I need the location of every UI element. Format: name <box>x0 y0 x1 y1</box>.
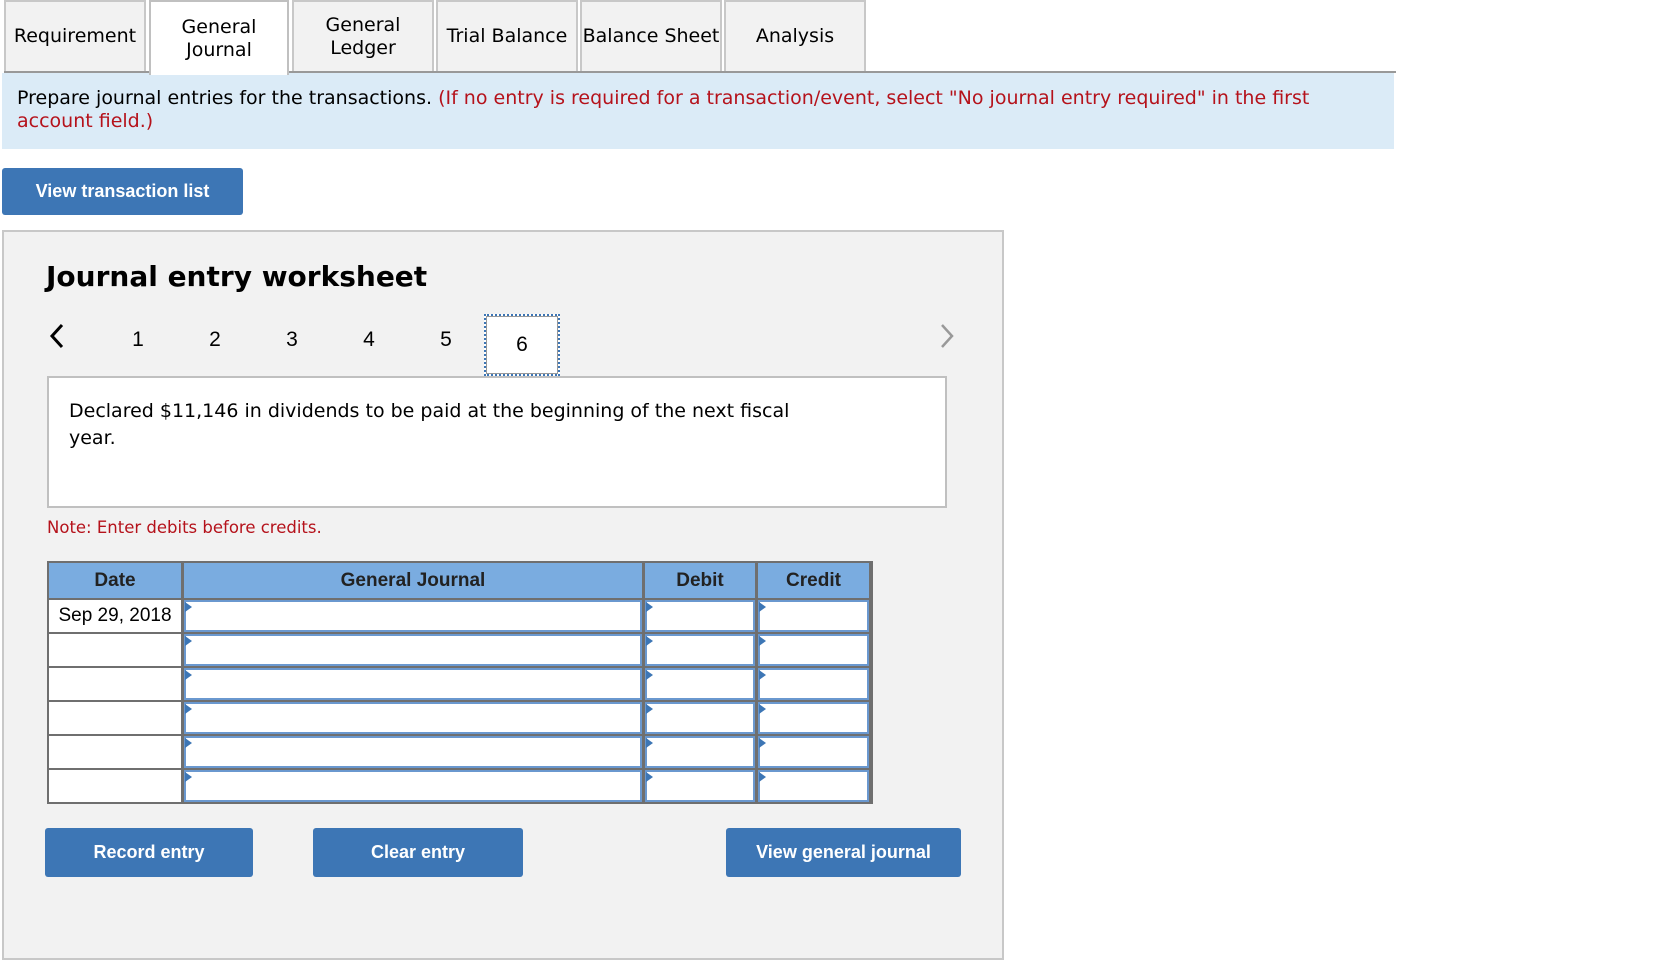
clear-entry-button[interactable]: Clear entry <box>313 828 523 877</box>
credit-input[interactable] <box>758 736 869 768</box>
date-cell <box>49 668 181 700</box>
tab-requirement[interactable]: Requirement <box>4 0 146 71</box>
tab-general-journal[interactable]: General Journal <box>149 0 289 75</box>
page-5[interactable]: 5 <box>431 328 461 352</box>
chevron-left-icon[interactable] <box>48 322 66 357</box>
date-cell <box>49 634 181 666</box>
account-input[interactable] <box>184 600 642 632</box>
transaction-description-text: Declared $11,146 in dividends to be paid… <box>69 400 790 449</box>
header-date: Date <box>49 563 181 598</box>
header-debit: Debit <box>645 563 755 598</box>
page-3[interactable]: 3 <box>277 328 307 352</box>
date-cell <box>49 770 181 802</box>
date-cell <box>49 736 181 768</box>
view-transaction-list-button[interactable]: View transaction list <box>2 168 243 215</box>
credit-input[interactable] <box>758 770 869 802</box>
tab-general-ledger[interactable]: General Ledger <box>292 0 434 71</box>
account-input[interactable] <box>184 770 642 802</box>
debit-input[interactable] <box>645 600 755 632</box>
date-cell: Sep 29, 2018 <box>49 600 181 632</box>
account-input[interactable] <box>184 668 642 700</box>
header-general-journal: General Journal <box>184 563 642 598</box>
page-2[interactable]: 2 <box>200 328 230 352</box>
debit-input[interactable] <box>645 634 755 666</box>
tab-analysis[interactable]: Analysis <box>724 0 866 71</box>
account-input[interactable] <box>184 736 642 768</box>
page-1[interactable]: 1 <box>123 328 153 352</box>
credit-input[interactable] <box>758 668 869 700</box>
instruction-banner: Prepare journal entries for the transact… <box>2 73 1394 149</box>
worksheet-title: Journal entry worksheet <box>46 260 428 293</box>
record-entry-button[interactable]: Record entry <box>45 828 253 877</box>
page-4[interactable]: 4 <box>354 328 384 352</box>
chevron-right-icon[interactable] <box>938 322 956 357</box>
journal-entry-worksheet-panel: Journal entry worksheet 1 2 3 4 5 6 Decl… <box>2 230 1004 960</box>
tab-trial-balance[interactable]: Trial Balance <box>436 0 578 71</box>
debit-credit-note: Note: Enter debits before credits. <box>47 518 322 537</box>
debit-input[interactable] <box>645 770 755 802</box>
credit-input[interactable] <box>758 634 869 666</box>
tab-general-ledger-label: General Ledger <box>325 13 401 59</box>
transaction-description: Declared $11,146 in dividends to be paid… <box>47 376 947 508</box>
account-input[interactable] <box>184 702 642 734</box>
instruction-text: Prepare journal entries for the transact… <box>17 87 433 109</box>
account-input[interactable] <box>184 634 642 666</box>
view-general-journal-button[interactable]: View general journal <box>726 828 961 877</box>
tab-general-journal-label: General Journal <box>181 15 257 61</box>
credit-input[interactable] <box>758 600 869 632</box>
debit-input[interactable] <box>645 668 755 700</box>
header-credit: Credit <box>758 563 869 598</box>
tab-balance-sheet[interactable]: Balance Sheet <box>580 0 722 71</box>
debit-input[interactable] <box>645 702 755 734</box>
credit-input[interactable] <box>758 702 869 734</box>
journal-table: Date General Journal Debit Credit Sep 29… <box>47 561 873 804</box>
debit-input[interactable] <box>645 736 755 768</box>
date-cell <box>49 702 181 734</box>
page-6-active[interactable]: 6 <box>484 314 560 376</box>
